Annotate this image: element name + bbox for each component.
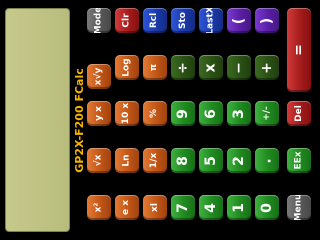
digit-3-button[interactable]: 3 xyxy=(227,101,251,126)
decimal-point-button[interactable]: . xyxy=(255,148,279,173)
eex-button[interactable]: EEx xyxy=(287,148,311,173)
digit-8-button[interactable]: 8 xyxy=(171,148,195,173)
left-paren-button[interactable]: ( xyxy=(227,8,251,33)
digit-6-button[interactable]: 6 xyxy=(199,101,223,126)
plus-button[interactable]: + xyxy=(255,55,279,80)
store-button[interactable]: Sto xyxy=(171,8,195,33)
delete-button[interactable]: Del xyxy=(287,101,311,126)
tenx-button[interactable]: 10 x xyxy=(115,101,139,126)
recall-button[interactable]: Rcl xyxy=(143,8,167,33)
digit-7-button[interactable]: 7 xyxy=(171,195,195,220)
calculator-display xyxy=(5,8,70,232)
equals-button[interactable]: = xyxy=(287,8,311,92)
digit-9-button[interactable]: 9 xyxy=(171,101,195,126)
app-title-text: GP2X-F200 FCalc xyxy=(72,67,86,173)
yroot-button[interactable]: x√y xyxy=(87,64,111,89)
minus-button[interactable]: − xyxy=(227,55,251,80)
reciprocal-button[interactable]: 1/x xyxy=(143,148,167,173)
multiply-button[interactable]: x xyxy=(199,55,223,80)
digit-4-button[interactable]: 4 xyxy=(199,195,223,220)
log-button[interactable]: Log xyxy=(115,55,139,80)
menu-button[interactable]: Menu xyxy=(287,195,311,220)
digit-1-button[interactable]: 1 xyxy=(227,195,251,220)
xl-button[interactable]: xl xyxy=(143,195,167,220)
sqrt-button[interactable]: √x xyxy=(87,148,111,173)
ypow-button[interactable]: y x xyxy=(87,101,111,126)
digit-2-button[interactable]: 2 xyxy=(227,148,251,173)
calculator-screen: GP2X-F200 FCalc Mode x√y y x √x x² Clr L… xyxy=(0,0,320,240)
right-paren-button[interactable]: ) xyxy=(255,8,279,33)
app-title: GP2X-F200 FCalc xyxy=(72,0,86,240)
pi-button[interactable]: π xyxy=(143,55,167,80)
xsq-button[interactable]: x² xyxy=(87,195,111,220)
lastx-button[interactable]: LastX xyxy=(199,8,223,33)
divide-button[interactable]: ÷ xyxy=(171,55,195,80)
plus-minus-button[interactable]: +/- xyxy=(255,101,279,126)
digit-5-button[interactable]: 5 xyxy=(199,148,223,173)
mode-button[interactable]: Mode xyxy=(87,8,111,33)
clear-button[interactable]: Clr xyxy=(115,8,139,33)
ln-button[interactable]: Ln xyxy=(115,148,139,173)
exp-button[interactable]: e x xyxy=(115,195,139,220)
digit-0-button[interactable]: 0 xyxy=(255,195,279,220)
percent-button[interactable]: % xyxy=(143,101,167,126)
